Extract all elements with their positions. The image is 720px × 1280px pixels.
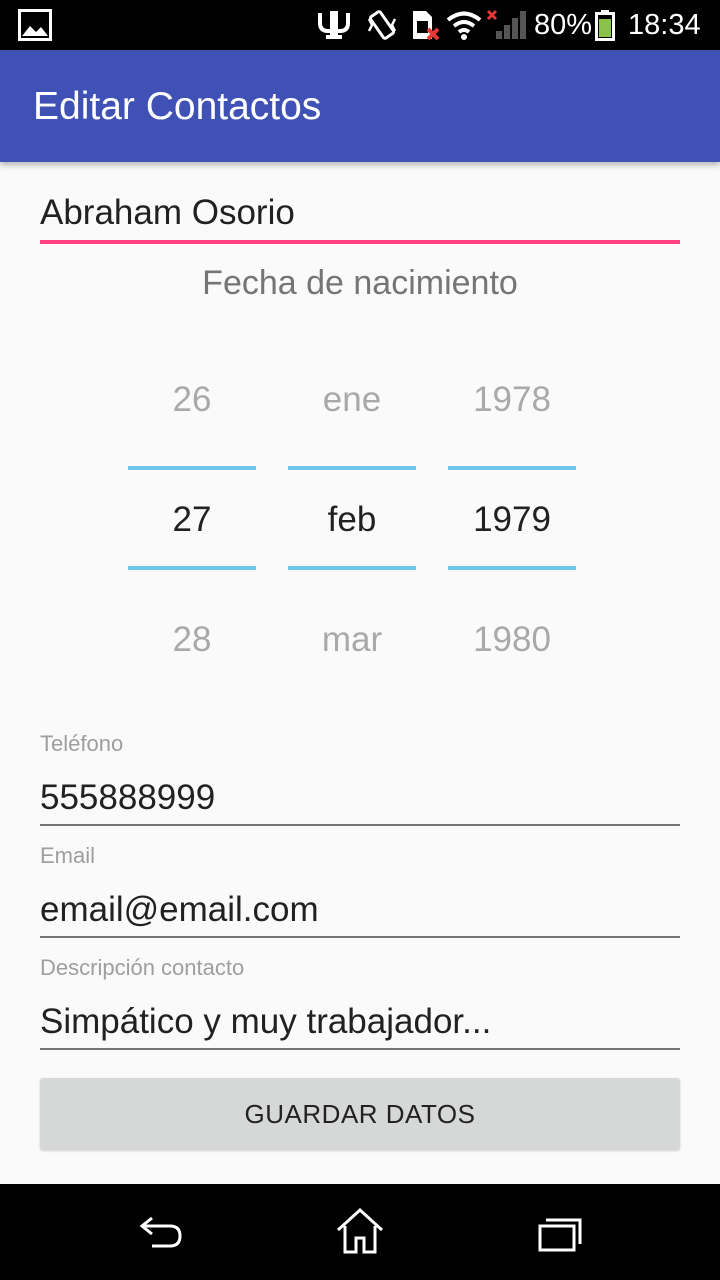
back-icon[interactable] (130, 1204, 190, 1260)
signal-icon (486, 9, 526, 39)
day-divider-top (128, 466, 256, 470)
sim-icon (413, 11, 440, 41)
month-divider-top (288, 466, 416, 470)
month-picker[interactable]: ene feb mar (288, 360, 416, 680)
month-prev[interactable]: ene (288, 378, 416, 422)
usb-icon (318, 11, 350, 39)
day-prev[interactable]: 26 (128, 378, 256, 422)
day-next[interactable]: 28 (128, 618, 256, 662)
image-icon (18, 9, 52, 41)
app-bar: Editar Contactos (0, 50, 720, 162)
day-divider-bottom (128, 566, 256, 570)
description-input[interactable]: Simpático y muy trabajador... (40, 1000, 680, 1044)
home-icon[interactable] (330, 1204, 390, 1260)
day-current[interactable]: 27 (128, 498, 256, 542)
year-prev[interactable]: 1978 (448, 378, 576, 422)
year-next[interactable]: 1980 (448, 618, 576, 662)
description-label: Descripción contacto (40, 955, 245, 980)
phone-label: Teléfono (40, 731, 124, 756)
month-current[interactable]: feb (288, 498, 416, 542)
save-button[interactable]: GUARDAR DATOS (40, 1078, 680, 1150)
year-divider-top (448, 466, 576, 470)
email-input[interactable]: email@email.com (40, 888, 680, 932)
vibrate-icon (367, 10, 397, 40)
email-label: Email (40, 843, 96, 868)
recent-apps-icon[interactable] (530, 1204, 590, 1260)
month-next[interactable]: mar (288, 618, 416, 662)
wifi-icon (446, 11, 482, 40)
birth-date-label: Fecha de nacimiento (202, 264, 518, 302)
clock: 18:34 (628, 9, 701, 41)
name-input-underline (40, 240, 680, 244)
status-bar: 80% 18:34 (0, 0, 720, 50)
description-underline (40, 1048, 680, 1050)
phone-input[interactable]: 555888999 (40, 776, 680, 820)
phone-underline (40, 824, 680, 826)
year-picker[interactable]: 1978 1979 1980 (448, 360, 576, 680)
name-input[interactable]: Abraham Osorio (40, 191, 680, 235)
year-divider-bottom (448, 566, 576, 570)
battery-percent: 80% (534, 9, 593, 41)
battery-icon (595, 10, 615, 41)
year-current[interactable]: 1979 (448, 498, 576, 542)
navigation-bar (0, 1184, 720, 1280)
month-divider-bottom (288, 566, 416, 570)
app-bar-title: Editar Contactos (33, 85, 322, 128)
day-picker[interactable]: 26 27 28 (128, 360, 256, 680)
email-underline (40, 936, 680, 938)
